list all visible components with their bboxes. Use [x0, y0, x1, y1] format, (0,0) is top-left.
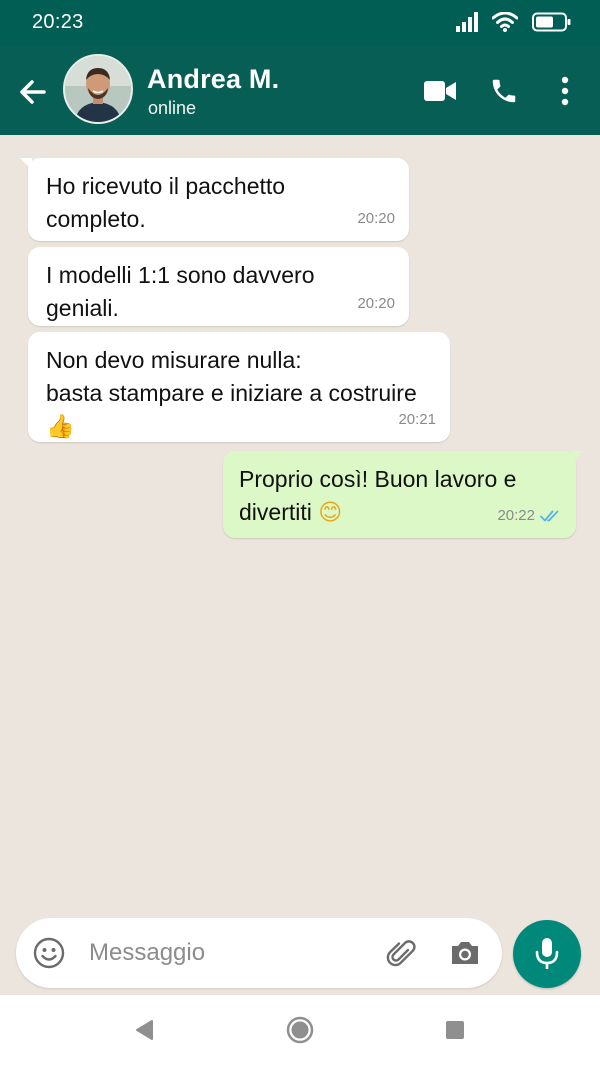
- signal-icon: [456, 11, 478, 37]
- phone-icon: [492, 79, 516, 103]
- nav-home-icon: [286, 1016, 314, 1044]
- status-time: 20:23: [32, 11, 84, 33]
- voice-call-button[interactable]: [488, 74, 520, 108]
- smile-emoji: 😊: [318, 500, 343, 526]
- nav-recents-button[interactable]: [438, 1013, 472, 1047]
- emoji-button[interactable]: [32, 936, 66, 970]
- wifi-icon: [491, 11, 519, 37]
- status-bar: 20:23: [0, 0, 600, 46]
- system-nav-bar: [0, 995, 600, 1066]
- message-time: 20:22: [497, 499, 562, 532]
- more-options-button[interactable]: [553, 74, 577, 108]
- mic-icon: [535, 938, 559, 969]
- message-time: 20:20: [357, 295, 395, 312]
- message-bubble-outgoing[interactable]: Proprio così! Buon lavoro e divertiti 😊 …: [223, 451, 584, 538]
- emoji-icon: [33, 937, 65, 969]
- avatar[interactable]: [63, 54, 133, 124]
- nav-back-button[interactable]: [127, 1013, 161, 1047]
- thumbs-up-emoji: 👍: [46, 414, 75, 440]
- contact-name[interactable]: Andrea M.: [147, 64, 279, 95]
- read-ticks-icon: [540, 510, 559, 521]
- attach-button[interactable]: [383, 936, 417, 970]
- chat-area[interactable]: Ho ricevuto il pacchetto completo. 20:20…: [0, 135, 600, 995]
- back-arrow-icon: [20, 80, 46, 104]
- nav-recents-icon: [446, 1021, 464, 1039]
- back-button[interactable]: [14, 72, 54, 112]
- nav-home-button[interactable]: [283, 1013, 317, 1047]
- message-text: I modelli 1:1 sono davvero geniali.: [46, 262, 315, 321]
- camera-icon: [452, 942, 478, 964]
- video-call-icon: [424, 81, 456, 101]
- nav-back-icon: [136, 1020, 153, 1040]
- message-bubble-incoming[interactable]: I modelli 1:1 sono davvero geniali. 20:2…: [28, 247, 409, 326]
- message-bubble-incoming[interactable]: Ho ricevuto il pacchetto completo. 20:20: [20, 158, 409, 241]
- message-input[interactable]: Messaggio: [89, 939, 205, 967]
- message-composer[interactable]: Messaggio: [16, 918, 502, 988]
- contact-status: online: [148, 98, 197, 118]
- message-time: 20:20: [357, 210, 395, 227]
- voice-message-button[interactable]: [513, 920, 581, 988]
- battery-icon: [532, 12, 572, 37]
- message-bubble-incoming[interactable]: Non devo misurare nulla: basta stampare …: [28, 332, 450, 442]
- video-call-button[interactable]: [423, 74, 457, 108]
- message-time: 20:21: [398, 411, 436, 428]
- camera-button[interactable]: [448, 936, 482, 970]
- attach-icon: [386, 940, 416, 967]
- chat-header: Andrea M. online: [0, 46, 600, 135]
- status-icons: [456, 11, 572, 37]
- message-text: Ho ricevuto il pacchetto completo.: [46, 173, 286, 232]
- message-text: Non devo misurare nulla: basta stampare …: [46, 347, 417, 440]
- more-vert-icon: [561, 76, 569, 106]
